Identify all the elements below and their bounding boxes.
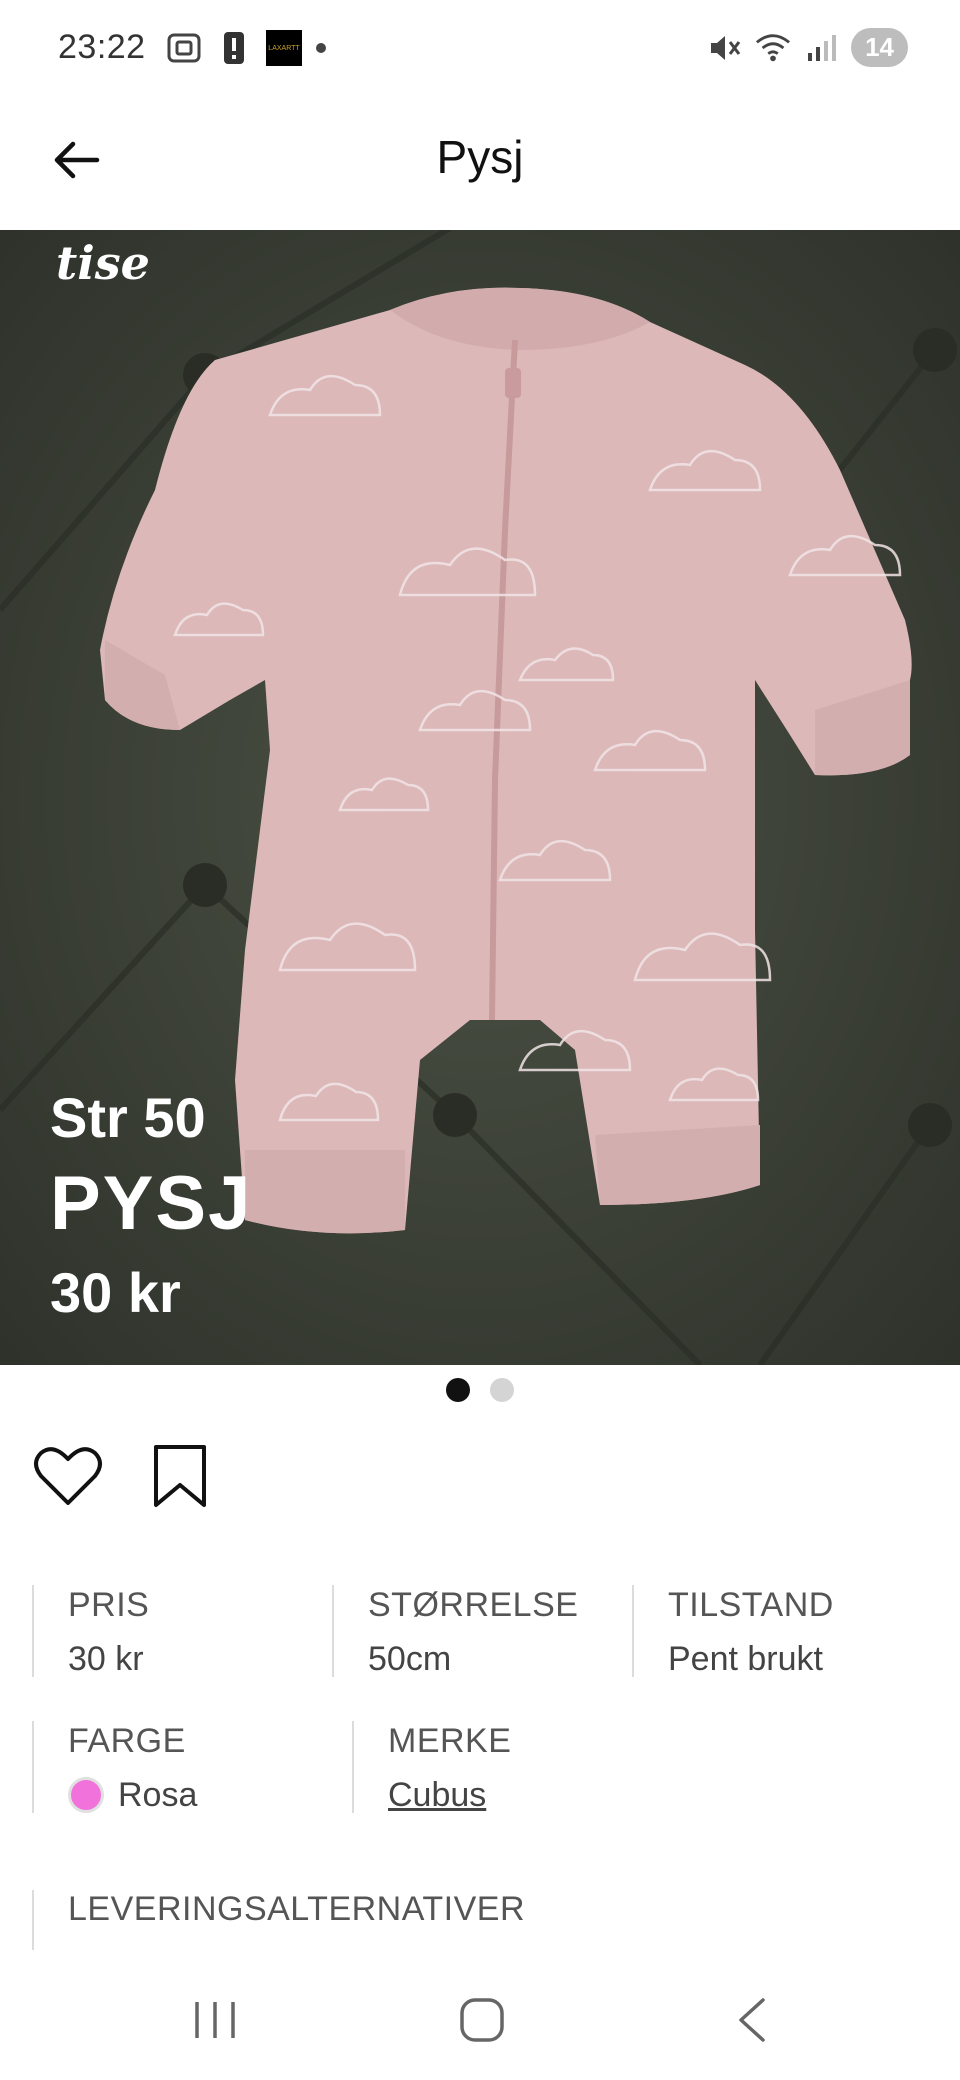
price-value: 30 kr <box>68 1640 144 1678</box>
detail-brand: MERKE Cubus <box>352 1721 672 1815</box>
back-icon <box>739 1998 765 2042</box>
delivery-options: LEVERINGSALTERNATIVER <box>32 1890 932 1962</box>
page-title: Pysj <box>436 131 524 183</box>
size-label: STØRRELSE <box>368 1586 579 1624</box>
alert-icon <box>216 30 252 66</box>
heart-icon <box>34 1447 102 1505</box>
size-value: 50cm <box>368 1640 452 1678</box>
app-thumbnail: LAXARTT <box>266 30 302 66</box>
signal-icon <box>803 30 839 66</box>
detail-price: PRIS 30 kr <box>32 1585 332 1678</box>
notification-badge: 14 <box>851 28 908 67</box>
color-swatch <box>68 1777 104 1813</box>
image-overlay-price: 30 kr <box>50 1261 181 1324</box>
detail-condition: TILSTAND Pent brukt <box>632 1585 932 1678</box>
mute-icon <box>707 30 743 66</box>
status-time: 23:22 <box>58 28 146 66</box>
status-icons-left: LAXARTT <box>166 30 326 66</box>
image-overlay-name: PYSJ <box>50 1161 253 1246</box>
pager-dot[interactable] <box>490 1378 514 1402</box>
status-icons-right: 14 <box>707 28 908 67</box>
recent-apps-button[interactable] <box>185 1990 245 2050</box>
details-row: FARGE Rosa MERKE Cubus <box>32 1721 932 1857</box>
home-button[interactable] <box>452 1990 512 2050</box>
detail-size: STØRRELSE 50cm <box>332 1585 632 1678</box>
details-row: PRIS 30 kr STØRRELSE 50cm TILSTAND Pent … <box>32 1585 932 1721</box>
system-nav-bar <box>0 1950 960 2080</box>
delivery-label: LEVERINGSALTERNATIVER <box>68 1890 526 1928</box>
screenshot-icon <box>166 30 202 66</box>
detail-color: FARGE Rosa <box>32 1721 352 1815</box>
brand-value-row: Cubus <box>388 1775 672 1815</box>
image-overlay-size: Str 50 <box>50 1086 206 1149</box>
color-label: FARGE <box>68 1722 186 1760</box>
carousel-pager <box>0 1378 960 1402</box>
pager-dot-active[interactable] <box>446 1378 470 1402</box>
wifi-icon <box>755 30 791 66</box>
home-icon <box>460 1998 504 2042</box>
product-actions <box>32 1440 216 1512</box>
dot-icon <box>316 43 326 53</box>
color-value-row: Rosa <box>68 1775 352 1815</box>
tise-watermark: tise <box>56 236 150 290</box>
product-image-carousel[interactable]: tise Str 50 PYSJ 30 kr <box>0 230 960 1365</box>
status-bar: 23:22 LAXARTT 14 <box>0 0 960 100</box>
price-label: PRIS <box>68 1586 150 1624</box>
bookmark-icon <box>154 1445 206 1507</box>
condition-label: TILSTAND <box>668 1586 834 1624</box>
nav-back-button[interactable] <box>722 1990 782 2050</box>
top-app-bar: Pysj <box>0 100 960 230</box>
brand-link[interactable]: Cubus <box>388 1775 486 1815</box>
color-value: Rosa <box>118 1776 198 1814</box>
condition-value: Pent brukt <box>668 1640 823 1678</box>
save-button[interactable] <box>144 1440 216 1512</box>
product-details: PRIS 30 kr STØRRELSE 50cm TILSTAND Pent … <box>32 1585 932 1857</box>
recent-apps-icon <box>195 2002 235 2038</box>
brand-label: MERKE <box>388 1722 512 1760</box>
like-button[interactable] <box>32 1440 104 1512</box>
